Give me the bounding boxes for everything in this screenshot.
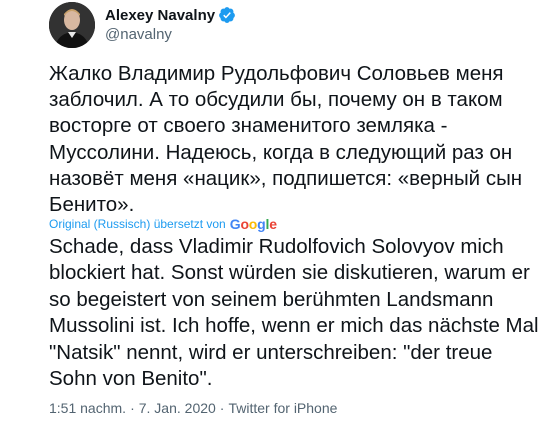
verified-badge-icon [218, 6, 236, 24]
tweet-header: Alexey Navalny @navalny [49, 2, 549, 48]
tweet-source[interactable]: Twitter for iPhone [228, 400, 337, 416]
translation-attribution[interactable]: Original (Russisch) übersetzt von Google [49, 214, 277, 234]
handle[interactable]: @navalny [105, 26, 236, 43]
tweet-text-original: Жалко Владимир Рудольфович Соловьев меня… [49, 62, 523, 217]
display-name[interactable]: Alexey Navalny [105, 7, 215, 24]
translation-note: Original (Russisch) übersetzt von [49, 217, 226, 231]
tweet-time[interactable]: 1:51 nachm. [49, 400, 126, 416]
meta-separator: · [219, 400, 225, 416]
avatar[interactable] [49, 2, 95, 48]
author-names: Alexey Navalny @navalny [105, 5, 236, 43]
google-logo: Google [229, 216, 277, 232]
tweet-card: Alexey Navalny @navalny Жалко Владимир Р… [0, 0, 559, 424]
tweet-text-translation: Schade, dass Vladimir Rudolfovich Solovy… [49, 235, 539, 391]
tweet-meta: 1:51 nachm. · 7. Jan. 2020 · Twitter for… [49, 400, 337, 416]
tweet-date[interactable]: 7. Jan. 2020 [139, 400, 216, 416]
meta-separator: · [130, 400, 135, 416]
display-name-row: Alexey Navalny [105, 5, 236, 25]
